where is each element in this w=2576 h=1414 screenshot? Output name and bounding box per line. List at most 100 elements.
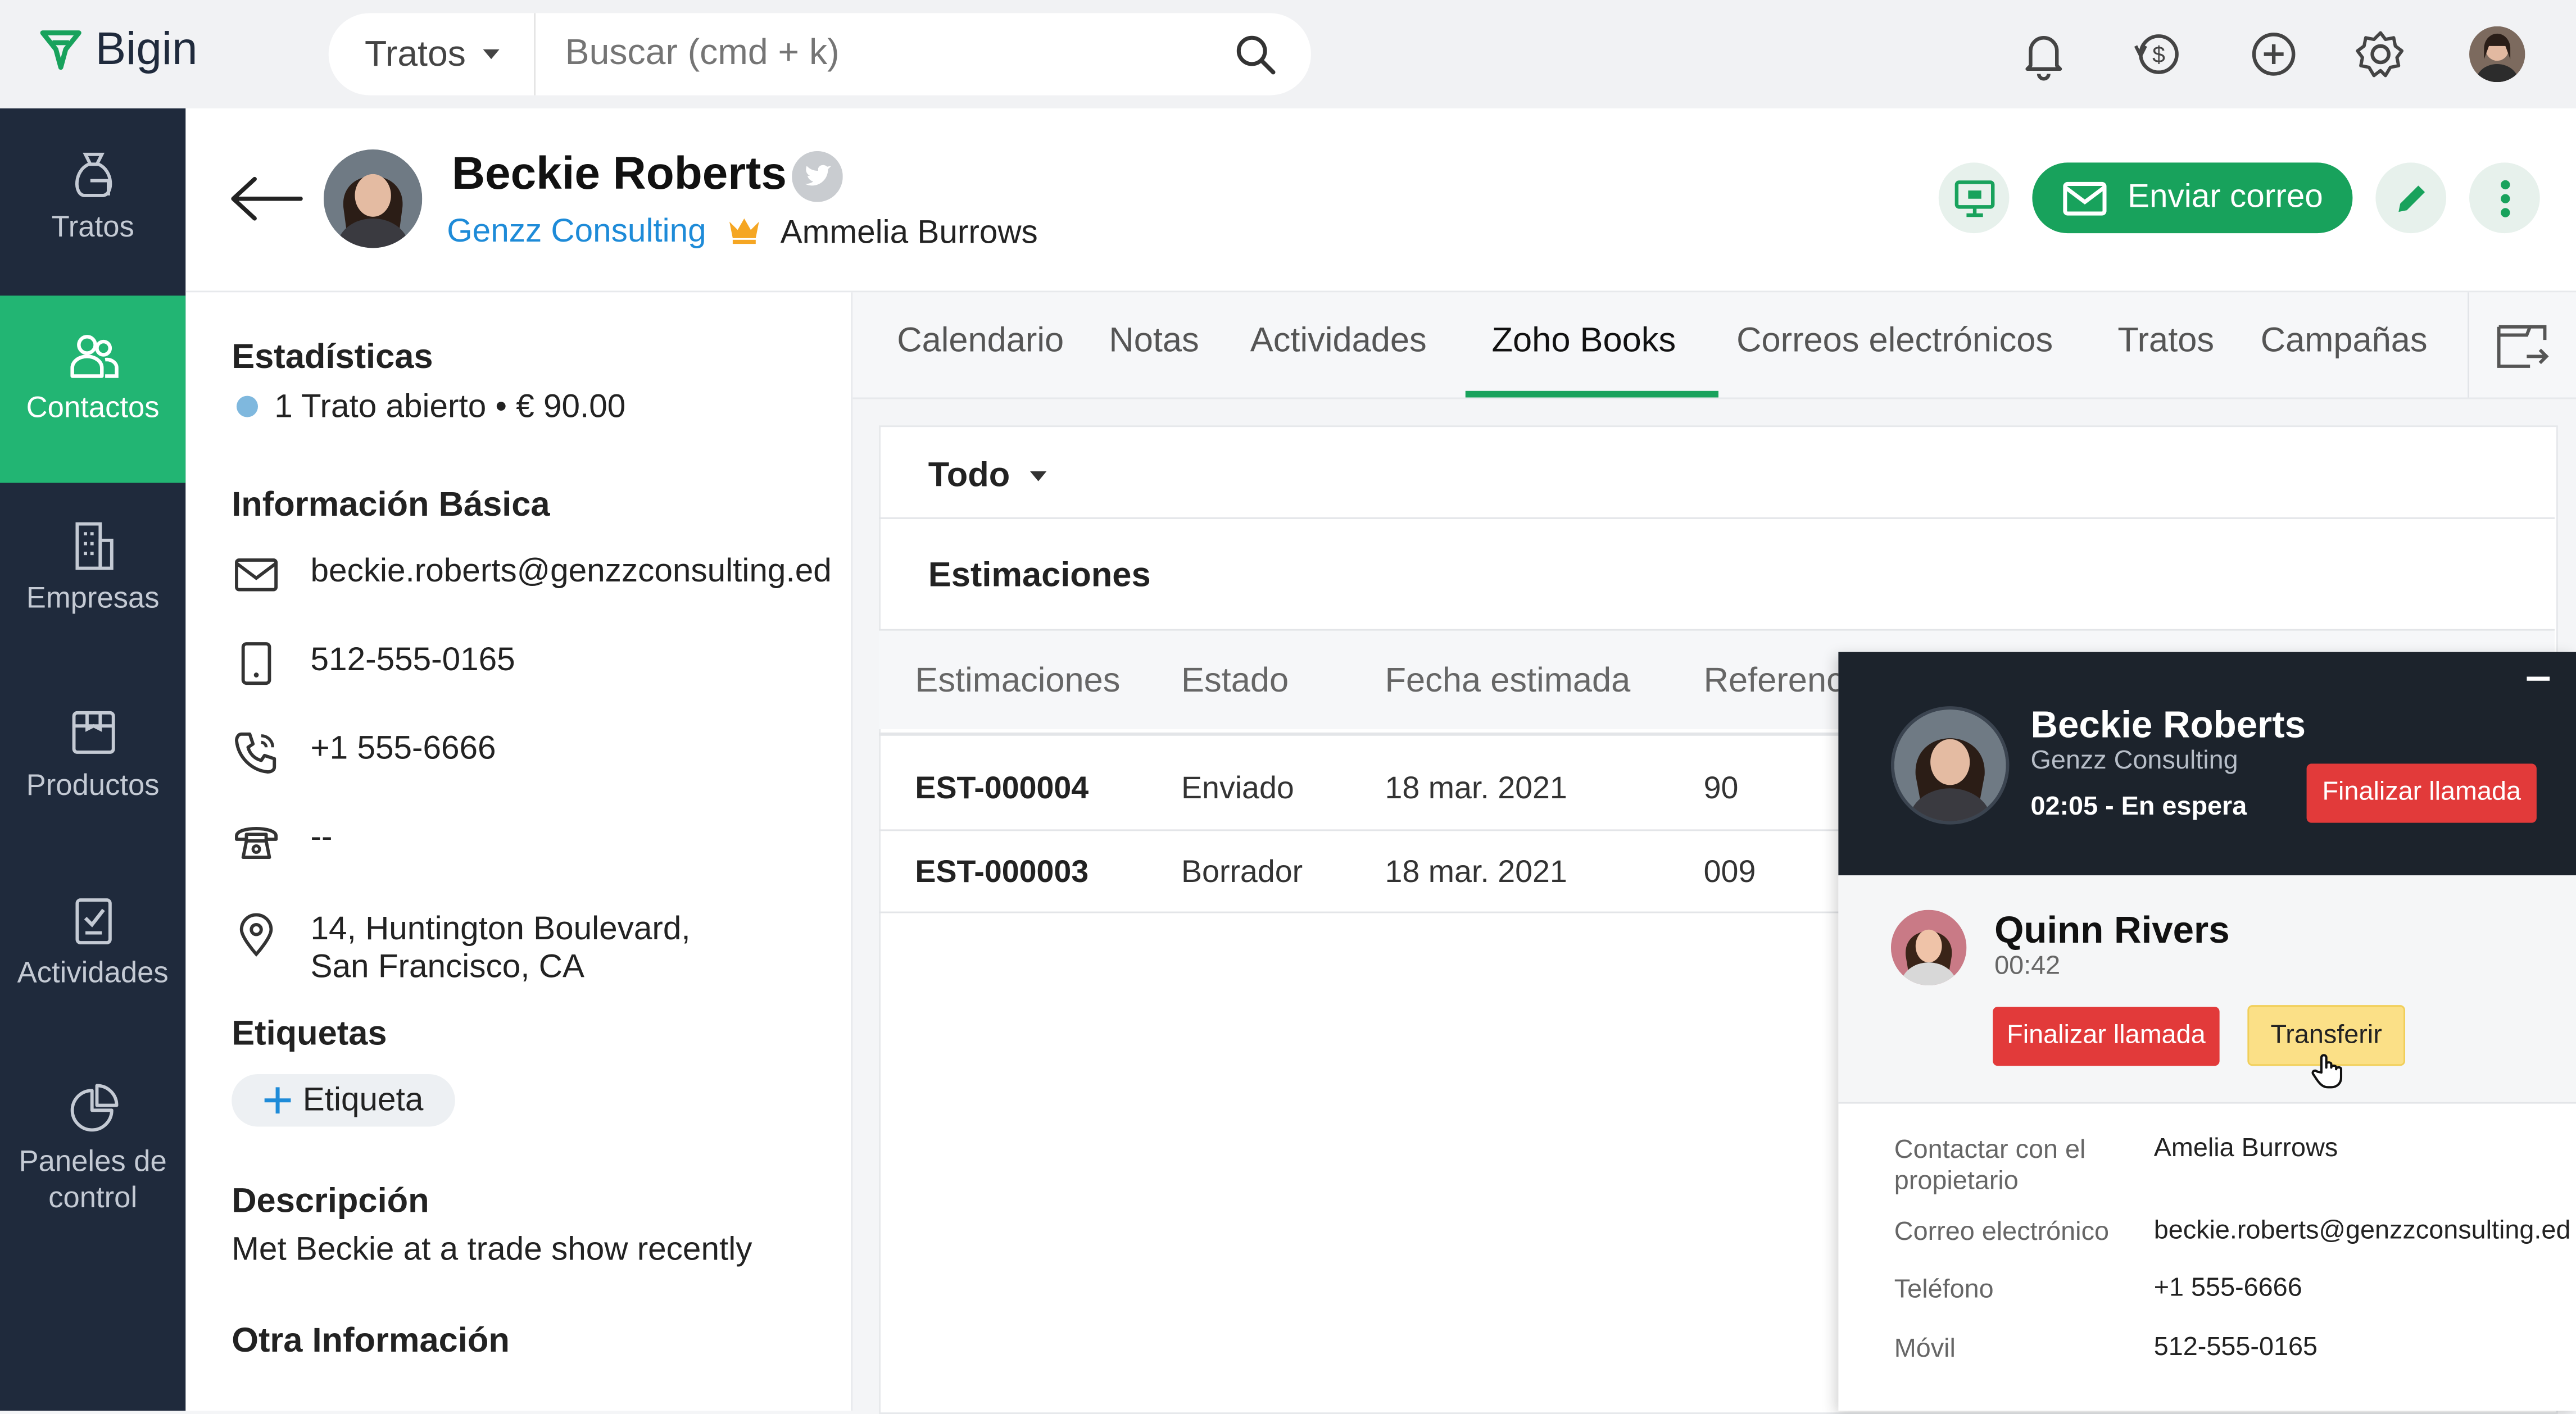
bell-icon[interactable]	[2016, 26, 2071, 82]
pie-chart-icon	[70, 1084, 118, 1132]
tab-zoho-books[interactable]: Zoho Books	[1492, 322, 1676, 361]
monitor-icon	[1954, 179, 1994, 216]
detail-label: Contactar con el propietario	[1894, 1136, 2086, 1196]
end-held-call-button[interactable]: Finalizar llamada	[2306, 763, 2537, 823]
address-line-1: 14, Huntington Boulevard,	[310, 911, 691, 948]
active-caller-name: Quinn Rivers	[1994, 908, 2230, 951]
estimate-reference: 009	[1703, 856, 1756, 890]
plus-icon	[265, 1087, 292, 1114]
estimate-status: Enviado	[1181, 772, 1294, 807]
tags-title: Etiquetas	[232, 1015, 387, 1053]
caller-avatar	[1890, 706, 2010, 825]
estimate-reference: 90	[1703, 772, 1739, 807]
active-caller-avatar	[1890, 910, 1967, 986]
minimize-icon[interactable]	[2527, 676, 2550, 683]
active-caller-photo	[1890, 910, 1967, 986]
stats-summary[interactable]: 1 Trato abierto • € 90.00	[274, 389, 625, 427]
expand-panel-icon[interactable]	[2494, 317, 2550, 372]
send-email-button[interactable]: Enviar correo	[2032, 162, 2353, 234]
detail-label: Móvil	[1894, 1335, 1956, 1363]
stats-title: Estadísticas	[232, 338, 433, 376]
sidebar-item-productos[interactable]: Productos	[0, 670, 185, 857]
estimate-number[interactable]: EST-000004	[915, 772, 1089, 808]
estimate-date: 18 mar. 2021	[1385, 856, 1567, 890]
caller-photo	[1894, 709, 2006, 821]
basic-info-title: Información Básica	[232, 486, 550, 524]
sidebar-item-label: Productos	[26, 769, 160, 802]
description-text: Met Beckie at a trade show recently	[232, 1231, 752, 1268]
stat-dot	[236, 395, 258, 417]
caller-name: Beckie Roberts	[2030, 703, 2306, 746]
company-link[interactable]: Genzz Consulting	[447, 213, 706, 251]
sidebar-item-contactos[interactable]: Contactos	[0, 295, 186, 483]
email-value[interactable]: beckie.roberts@genzzconsulting.ed	[311, 553, 832, 591]
add-tag-button[interactable]: Etiqueta	[232, 1074, 455, 1127]
column-header[interactable]: Fecha estimada	[1385, 662, 1631, 701]
tab-actividades[interactable]: Actividades	[1250, 322, 1427, 361]
currency-sync-icon[interactable]: $	[2129, 26, 2185, 82]
sidebar-item-actividades[interactable]: Actividades	[0, 857, 185, 1044]
gear-icon[interactable]	[2352, 26, 2408, 82]
pencil-icon	[2397, 184, 2424, 211]
kebab-menu-icon	[2500, 179, 2510, 217]
detail-value[interactable]: beckie.roberts@genzzconsulting.ed	[2154, 1217, 2571, 1247]
search-icon[interactable]	[1234, 33, 1277, 75]
app-logo[interactable]: Bigin	[39, 22, 198, 76]
call-hold-status: 02:05 - En espera	[2030, 793, 2247, 821]
caret-down-icon	[482, 49, 499, 60]
landline-icon	[235, 827, 278, 859]
search-scope-dropdown[interactable]: Tratos	[365, 33, 499, 75]
mobile-value[interactable]: 512-555-0165	[311, 642, 515, 680]
detail-value: Amelia Burrows	[2153, 1135, 2338, 1163]
svg-text:$: $	[2152, 42, 2165, 67]
sidebar-item-tratos[interactable]: Tratos	[0, 108, 185, 295]
add-tag-label: Etiqueta	[302, 1081, 424, 1118]
estimate-status: Borrador	[1181, 856, 1303, 890]
user-avatar[interactable]	[2469, 26, 2525, 83]
tab-tratos[interactable]: Tratos	[2117, 322, 2214, 361]
column-header[interactable]: Estado	[1181, 662, 1289, 701]
checklist-icon	[75, 898, 111, 945]
estimate-number[interactable]: EST-000003	[915, 856, 1089, 892]
filter-dropdown[interactable]: Todo	[928, 457, 1046, 496]
add-circle-icon[interactable]	[2246, 26, 2301, 82]
other-info-title: Otra Información	[232, 1322, 510, 1360]
column-header[interactable]: Estimaciones	[915, 662, 1120, 701]
crown-icon	[729, 218, 759, 244]
email-icon	[235, 558, 278, 592]
contact-avatar	[323, 149, 423, 248]
app-name: Bigin	[95, 22, 198, 74]
sidebar-item-paneles[interactable]: Paneles de control	[0, 1044, 185, 1274]
product-box-icon	[71, 711, 115, 754]
more-options-button[interactable]	[2469, 162, 2540, 234]
tab-notas[interactable]: Notas	[1109, 322, 1199, 361]
caller-company: Genzz Consulting	[2030, 747, 2238, 775]
sidebar-item-empresas[interactable]: Empresas	[0, 483, 185, 670]
screen-share-button[interactable]	[1938, 162, 2010, 234]
tab-calendario[interactable]: Calendario	[897, 322, 1064, 361]
envelope-icon	[2063, 181, 2107, 215]
twitter-icon[interactable]	[792, 151, 843, 202]
detail-value[interactable]: 512-555-0165	[2154, 1334, 2318, 1363]
column-header[interactable]: Referenc	[1704, 662, 1844, 701]
send-email-label: Enviar correo	[2128, 179, 2323, 215]
back-arrow-icon[interactable]	[228, 174, 303, 224]
divider	[879, 629, 2555, 631]
location-pin-icon	[239, 913, 273, 957]
active-tab-indicator	[1465, 390, 1718, 398]
building-icon	[75, 522, 113, 570]
tab-campanas[interactable]: Campañas	[2261, 322, 2428, 361]
hand-cursor-icon	[2311, 1054, 2343, 1089]
detail-value[interactable]: +1 555-6666	[2154, 1275, 2302, 1304]
end-call-button[interactable]: Finalizar llamada	[1993, 1007, 2220, 1066]
mobile-icon	[241, 642, 271, 685]
phone-value[interactable]: +1 555-6666	[311, 731, 496, 769]
tab-correos[interactable]: Correos electrónicos	[1736, 322, 2053, 361]
user-avatar-image	[2469, 26, 2525, 83]
sidebar-item-label: Tratos	[51, 210, 134, 243]
search-input[interactable]	[561, 29, 1226, 76]
divider	[879, 517, 2555, 519]
search-divider	[534, 13, 536, 96]
edit-button[interactable]	[2375, 162, 2447, 234]
sidebar-item-label: Contactos	[26, 390, 160, 424]
